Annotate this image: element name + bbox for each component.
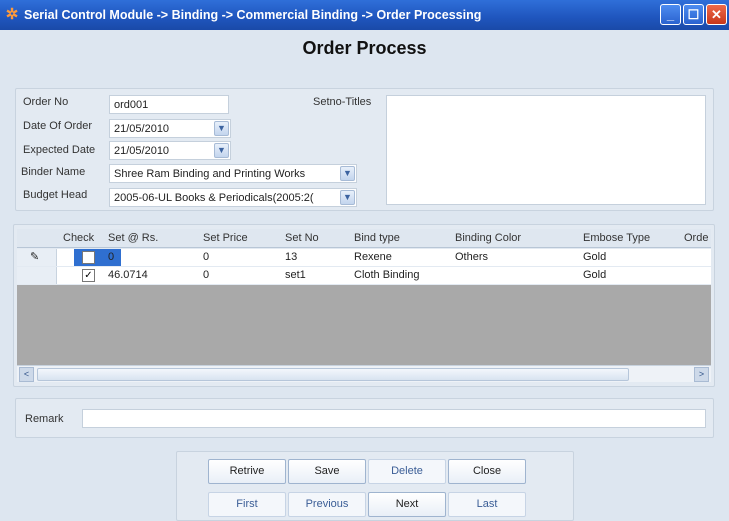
- row-checkbox[interactable]: [82, 251, 95, 264]
- column-header[interactable]: Set No: [285, 232, 319, 244]
- expected-date-label: Expected Date: [23, 144, 96, 156]
- column-header[interactable]: Set Price: [203, 232, 248, 244]
- scroll-left-icon[interactable]: <: [19, 367, 34, 382]
- column-header[interactable]: Embose Type: [583, 232, 650, 244]
- close-icon: ✕: [711, 6, 722, 22]
- title-bar: ✲ Serial Control Module -> Binding -> Co…: [0, 0, 729, 30]
- scrollbar-thumb[interactable]: [37, 368, 629, 381]
- page-title: Order Process: [302, 38, 427, 58]
- close-button[interactable]: Close: [448, 459, 526, 484]
- scroll-right-icon[interactable]: >: [694, 367, 709, 382]
- retrive-button[interactable]: Retrive: [208, 459, 286, 484]
- binder-name-value: Shree Ram Binding and Printing Works: [114, 168, 306, 180]
- column-header[interactable]: Orde: [684, 232, 708, 244]
- column-header[interactable]: Binding Color: [455, 232, 521, 244]
- row-checkbox[interactable]: ✓: [82, 269, 95, 282]
- grid-empty-area: [17, 285, 711, 365]
- cell-binding-color: Others: [455, 251, 489, 263]
- row-header[interactable]: [17, 267, 57, 284]
- column-header[interactable]: Check: [63, 232, 94, 244]
- maximize-icon: ☐: [687, 6, 700, 22]
- table-row[interactable]: ✎ 0 0 13 Rexene Others Gold: [17, 249, 711, 266]
- grid-header: Check Set @ Rs. Set Price Set No Bind ty…: [17, 229, 711, 248]
- pencil-icon: ✎: [30, 251, 40, 263]
- close-window-button[interactable]: ✕: [706, 4, 727, 25]
- column-header[interactable]: Set @ Rs.: [108, 232, 158, 244]
- window-title: Serial Control Module -> Binding -> Comm…: [24, 8, 482, 22]
- remark-label: Remark: [25, 413, 64, 425]
- cell-embose-type: Gold: [583, 251, 607, 263]
- delete-button[interactable]: Delete: [368, 459, 446, 484]
- cell-set-price: 0: [203, 251, 210, 263]
- cell-set-no: 13: [285, 251, 298, 263]
- date-of-order-label: Date Of Order: [23, 120, 93, 132]
- cell-set-price: 0: [203, 269, 210, 281]
- minimize-button[interactable]: _: [660, 4, 681, 25]
- date-of-order-field[interactable]: 21/05/2010 ▼: [109, 119, 231, 138]
- maximize-button[interactable]: ☐: [683, 4, 704, 25]
- binder-name-label: Binder Name: [21, 166, 86, 178]
- chevron-down-icon[interactable]: ▼: [214, 143, 229, 158]
- expected-date-field[interactable]: 21/05/2010 ▼: [109, 141, 231, 160]
- horizontal-scrollbar[interactable]: < >: [17, 365, 711, 382]
- column-header[interactable]: Bind type: [354, 232, 400, 244]
- cell-bind-type: Cloth Binding: [354, 269, 420, 281]
- order-no-label: Order No: [23, 96, 69, 108]
- expected-date-value: 21/05/2010: [114, 145, 170, 157]
- setno-titles-textarea[interactable]: [386, 95, 706, 205]
- date-of-order-value: 21/05/2010: [114, 123, 170, 135]
- table-row[interactable]: ✓ 46.0714 0 set1 Cloth Binding Gold: [17, 267, 711, 284]
- minimize-icon: _: [666, 7, 675, 22]
- binder-name-select[interactable]: Shree Ram Binding and Printing Works ▼: [109, 164, 357, 183]
- cell-set-rs: 46.0714: [108, 269, 148, 281]
- chevron-down-icon[interactable]: ▼: [340, 166, 355, 181]
- chevron-down-icon[interactable]: ▼: [214, 121, 229, 136]
- previous-button[interactable]: Previous: [288, 492, 366, 517]
- remark-field[interactable]: [82, 409, 706, 428]
- order-no-field[interactable]: ord001: [109, 95, 229, 114]
- cell-bind-type: Rexene: [354, 251, 392, 263]
- chevron-down-icon[interactable]: ▼: [340, 190, 355, 205]
- cell-embose-type: Gold: [583, 269, 607, 281]
- last-button[interactable]: Last: [448, 492, 526, 517]
- first-button[interactable]: First: [208, 492, 286, 517]
- app-star-icon: ✲: [5, 6, 19, 23]
- cell-set-no: set1: [285, 269, 306, 281]
- next-button[interactable]: Next: [368, 492, 446, 517]
- budget-head-select[interactable]: 2005-06-UL Books & Periodicals(2005:2( ▼: [109, 188, 357, 207]
- save-button[interactable]: Save: [288, 459, 366, 484]
- budget-head-label: Budget Head: [23, 189, 88, 201]
- setno-titles-label: Setno-Titles: [313, 96, 372, 108]
- cell-set-rs: 0: [108, 251, 115, 263]
- budget-head-value: 2005-06-UL Books & Periodicals(2005:2(: [114, 192, 314, 204]
